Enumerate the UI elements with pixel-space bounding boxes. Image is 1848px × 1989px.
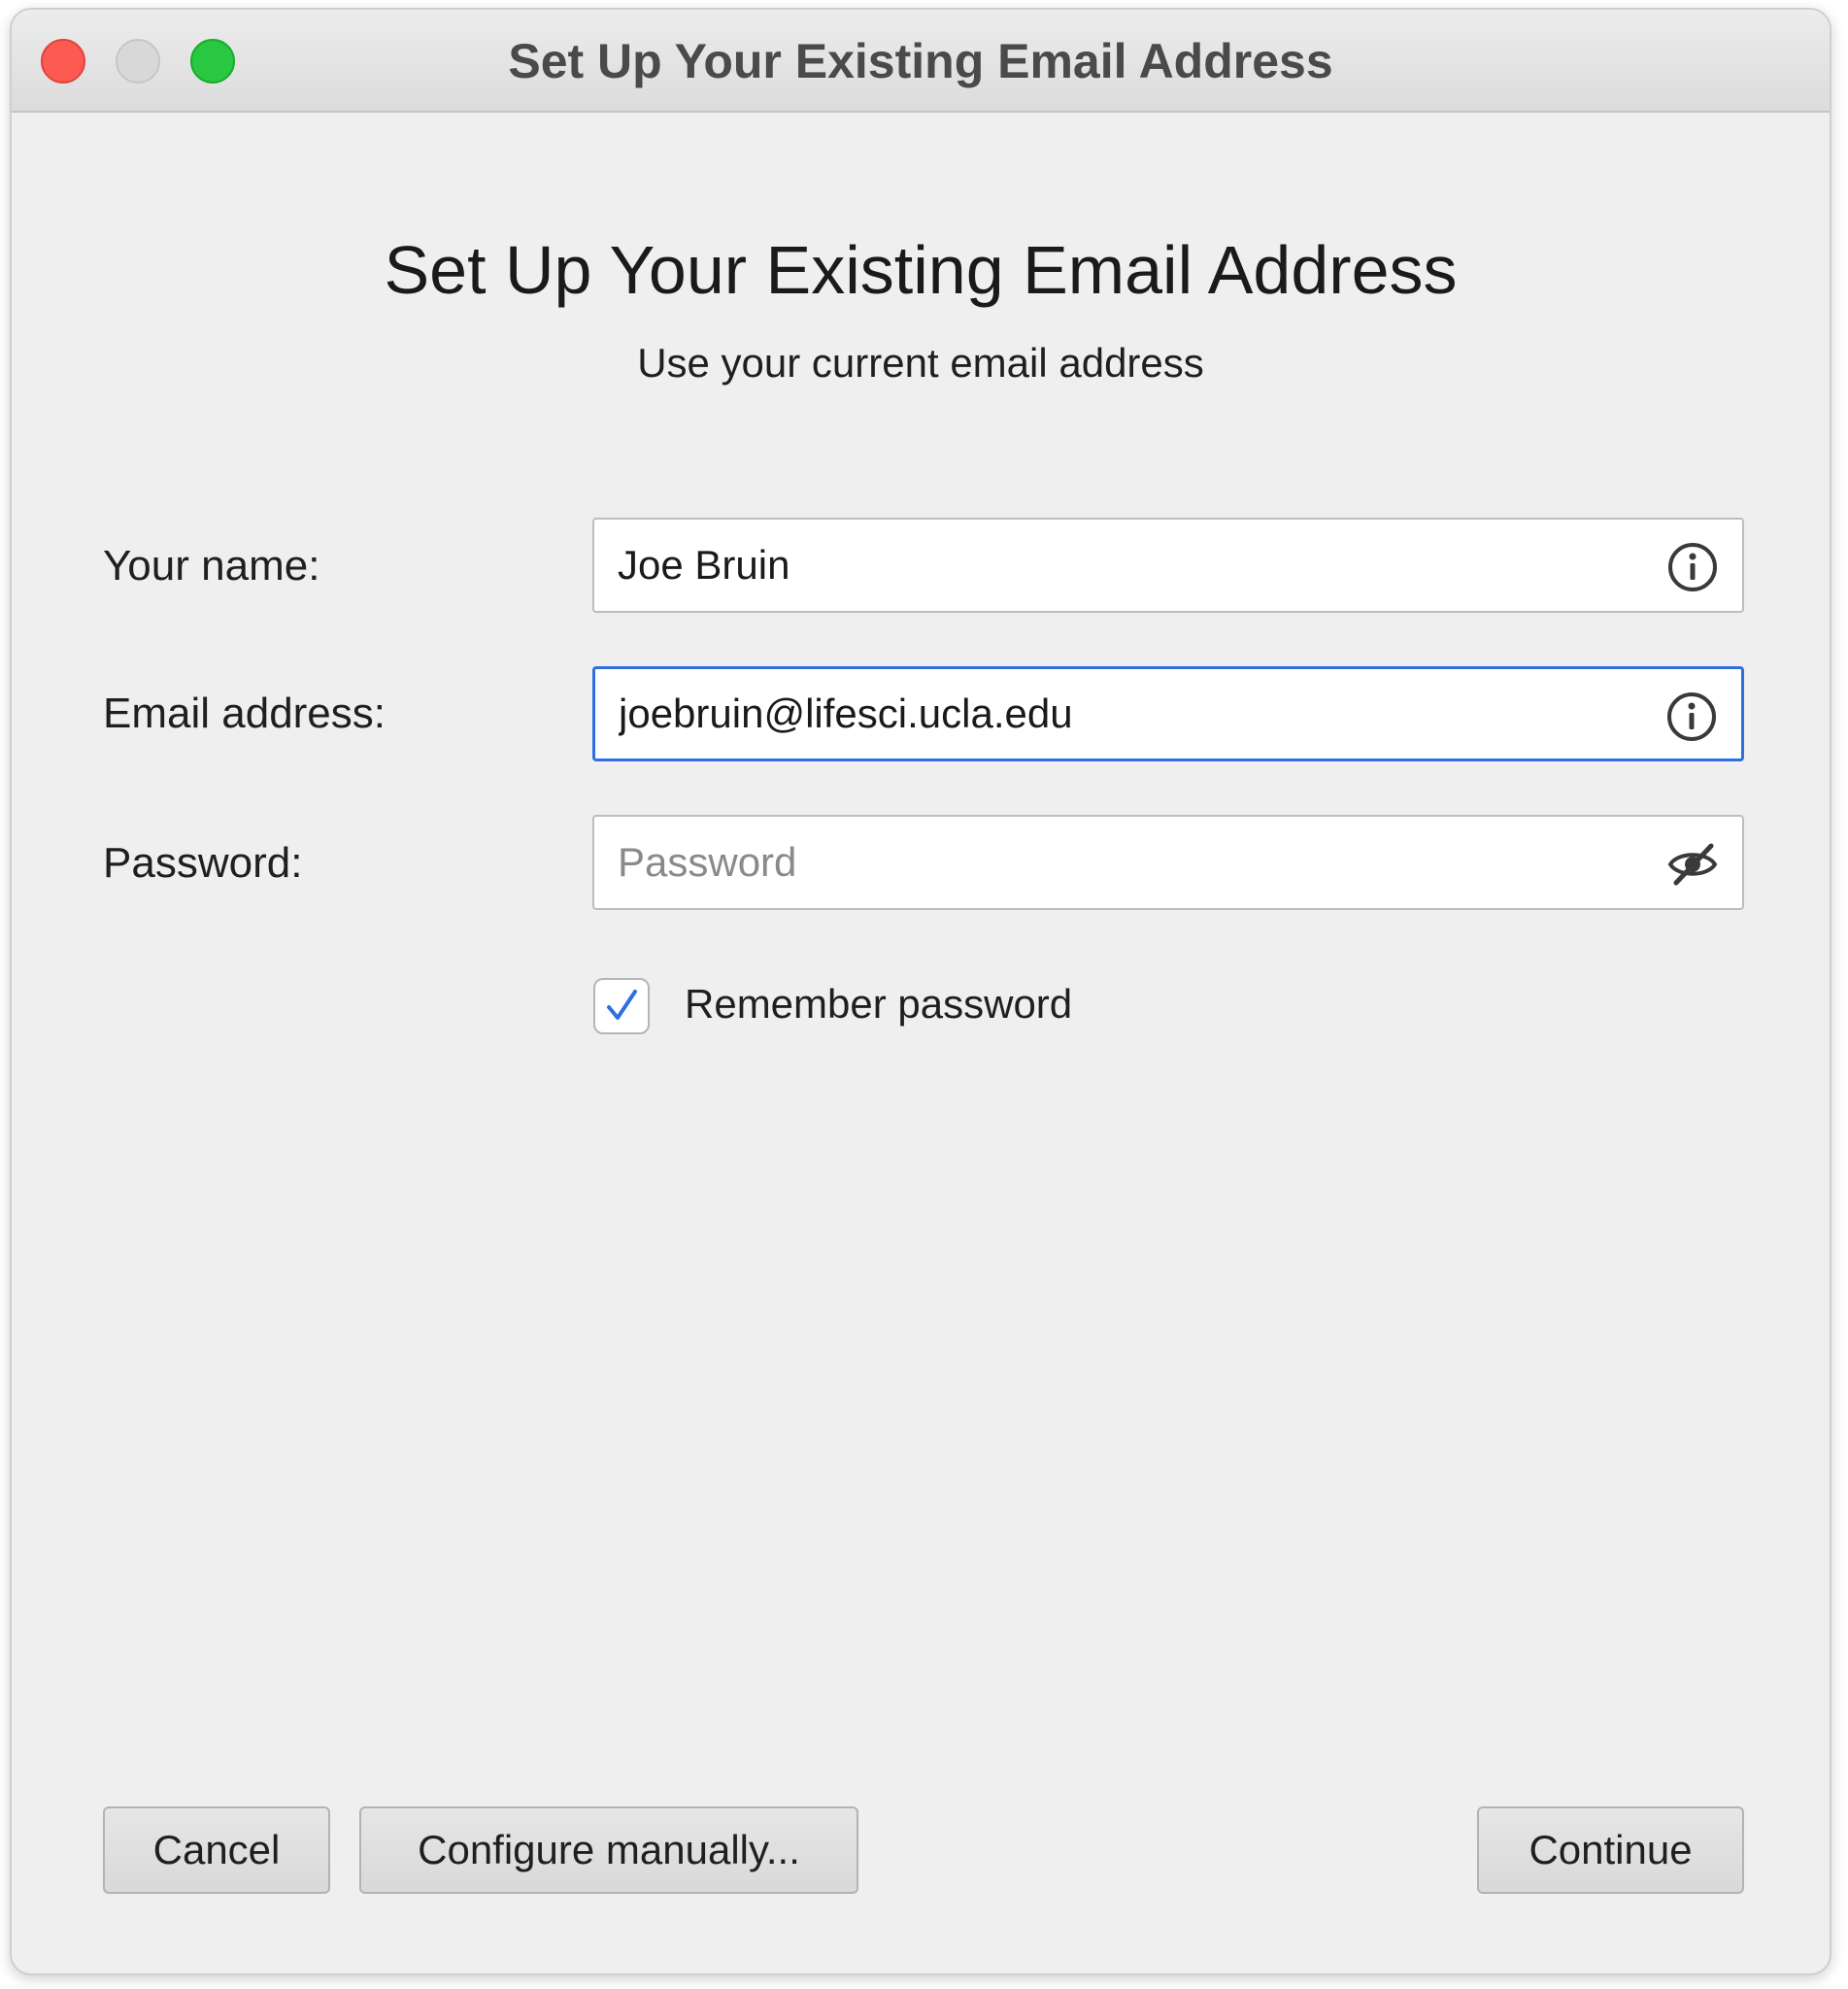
title-bar: Set Up Your Existing Email Address [12,10,1830,113]
checkmark-icon [607,990,637,1020]
page-subtitle: Use your current email address [637,340,1204,386]
configure-manually-button[interactable]: Configure manually... [359,1806,858,1894]
cancel-button[interactable]: Cancel [103,1806,330,1894]
continue-button[interactable]: Continue [1477,1806,1744,1894]
remember-password-label[interactable]: Remember password [685,981,1072,1028]
password-label: Password: [103,839,303,887]
info-icon[interactable] [1666,541,1719,593]
remember-password-checkbox[interactable] [593,978,650,1034]
window-title: Set Up Your Existing Email Address [508,34,1333,88]
password-field[interactable] [592,815,1744,910]
email-input[interactable] [619,669,1638,759]
name-input[interactable] [618,520,1637,611]
email-label: Email address: [103,690,386,737]
name-field[interactable] [592,518,1744,613]
eye-slash-icon[interactable] [1666,838,1719,891]
info-icon[interactable] [1665,691,1718,743]
page-title: Set Up Your Existing Email Address [384,232,1458,308]
name-label: Your name: [103,542,320,590]
password-input[interactable] [618,817,1637,908]
account-setup-window: Set Up Your Existing Email Address Set U… [10,8,1831,1975]
email-field[interactable] [592,666,1744,761]
